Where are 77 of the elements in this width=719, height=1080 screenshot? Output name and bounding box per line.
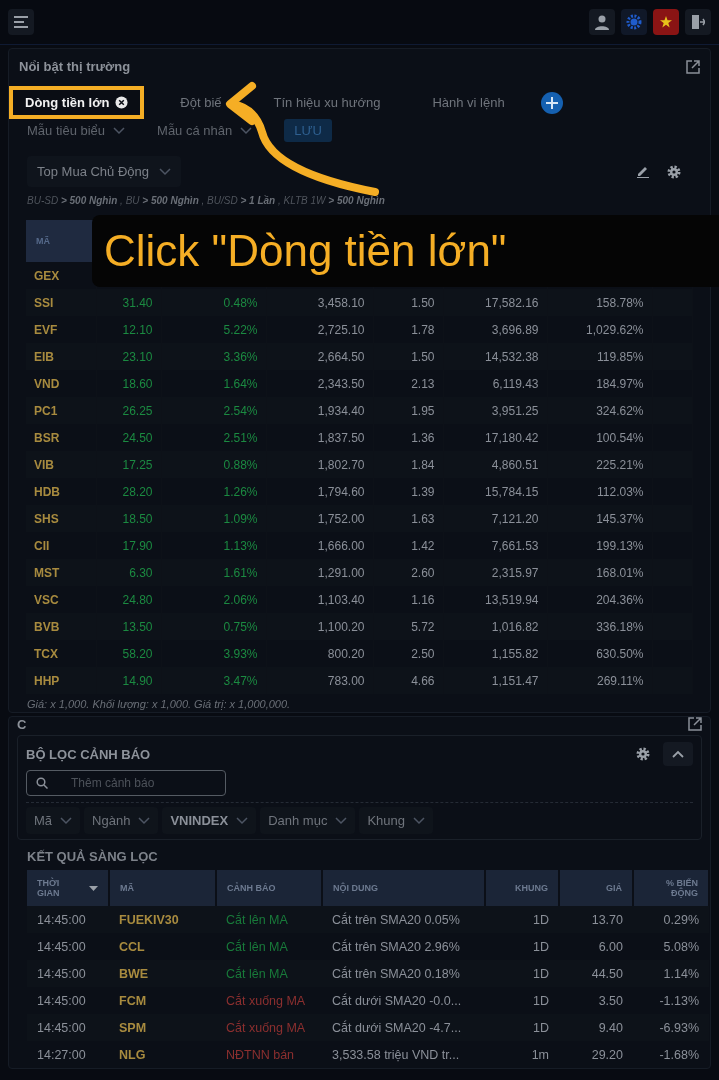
table-cell-text: -1.13% bbox=[658, 992, 700, 1010]
chevron-down-icon bbox=[236, 816, 249, 825]
filter-chip[interactable]: Mã bbox=[26, 807, 81, 834]
tab[interactable]: Hành vi lệnh bbox=[416, 86, 521, 119]
star-icon bbox=[660, 16, 672, 28]
save-button[interactable]: LƯU bbox=[284, 119, 332, 142]
card-title: BỘ LỌC CẢNH BÁO bbox=[26, 746, 151, 762]
ticker-cell-text: CCL bbox=[118, 938, 146, 956]
chevron-down-icon bbox=[113, 126, 126, 135]
table-cell-text: 14:45:00 bbox=[36, 992, 87, 1010]
table-cell-text: Cắt dưới SMA20 -0.0... bbox=[331, 992, 463, 1010]
chevron-up-icon bbox=[672, 750, 684, 758]
sort-caret-icon bbox=[89, 885, 98, 891]
table-cell-text: 14:27:00 bbox=[36, 1046, 87, 1064]
column-header[interactable]: THỜI GIAN bbox=[27, 870, 109, 906]
chevron-down-icon bbox=[240, 126, 253, 135]
alert-cell-text: NĐTNN bán bbox=[225, 1046, 296, 1064]
table-cell-text: 14:45:00 bbox=[36, 938, 87, 956]
table-cell-text: 5.08% bbox=[662, 938, 700, 956]
external-link-icon[interactable] bbox=[686, 59, 700, 74]
table-cell-text: 29.20 bbox=[590, 1046, 624, 1064]
language-button[interactable] bbox=[653, 9, 679, 35]
search-icon bbox=[36, 777, 48, 789]
table-cell-text: 3,533.58 triệu VND tr... bbox=[331, 1046, 461, 1064]
template-dropdown[interactable]: Mẫu tiêu biểu bbox=[27, 123, 126, 138]
settings-icon[interactable] bbox=[635, 746, 651, 762]
table-cell-text: 6.00 bbox=[597, 938, 624, 956]
menu-button[interactable] bbox=[8, 9, 34, 35]
tab[interactable]: Dòng tiền lớn bbox=[9, 86, 145, 119]
panel-title: Nổi bật thị trường bbox=[19, 59, 131, 74]
tutorial-callout: Click "Dòng tiền lớn" bbox=[92, 215, 719, 287]
alert-cell-text: Cắt xuống MA bbox=[225, 992, 307, 1010]
chevron-down-icon bbox=[138, 816, 151, 825]
theme-button[interactable] bbox=[621, 9, 647, 35]
filter-chip[interactable]: Khung bbox=[359, 807, 433, 834]
template-dropdown[interactable]: Mẫu cá nhân bbox=[157, 123, 253, 138]
column-header[interactable]: CẢNH BÁO bbox=[216, 870, 322, 906]
column-header[interactable]: KHUNG bbox=[485, 870, 559, 906]
filter-chip[interactable]: VNINDEX bbox=[162, 807, 257, 834]
table-cell-text: -1.68% bbox=[658, 1046, 700, 1064]
table-cell-text: 1D bbox=[532, 938, 550, 956]
table-cell-text: 3.50 bbox=[597, 992, 624, 1010]
tab[interactable]: Đột biế bbox=[164, 86, 238, 119]
section-title: KẾT QUẢ SÀNG LỌC bbox=[26, 848, 159, 866]
table-cell-text: Cắt trên SMA20 2.96% bbox=[331, 938, 461, 956]
unit-footnote: Giá: x 1,000. Khối lượng: x 1,000. Giá trị: x 1,000,000. bbox=[26, 697, 292, 712]
column-header[interactable]: GIÁ bbox=[559, 870, 633, 906]
column-header[interactable]: % BIẾN ĐỘNG bbox=[633, 870, 709, 906]
close-icon[interactable] bbox=[115, 96, 129, 109]
settings-icon[interactable] bbox=[666, 163, 682, 180]
collapse-button[interactable] bbox=[663, 742, 693, 766]
filter-summary: BU-SD > 500 Nghìn , BU > 500 Nghìn , BU/SD > 1 Lần , KLTB 1W > 500 Nghìn bbox=[26, 194, 386, 208]
user-button[interactable] bbox=[589, 9, 615, 35]
filter-chip[interactable]: Danh mục bbox=[260, 807, 356, 834]
user-icon bbox=[594, 14, 610, 30]
chevron-down-icon bbox=[60, 816, 73, 825]
table-cell-text: 1m bbox=[530, 1046, 550, 1064]
chevron-down-icon bbox=[335, 816, 348, 825]
add-tab-icon[interactable] bbox=[540, 91, 563, 114]
column-header[interactable]: NỘI DUNG bbox=[322, 870, 485, 906]
theme-icon bbox=[626, 14, 642, 30]
screen-dropdown[interactable]: Top Mua Chủ Động bbox=[27, 156, 181, 187]
logout-icon bbox=[691, 14, 705, 30]
table-cell-text: 1D bbox=[532, 992, 550, 1010]
logout-button[interactable] bbox=[685, 9, 711, 35]
panel-title: C bbox=[17, 716, 27, 732]
chevron-down-icon bbox=[413, 816, 425, 825]
menu-icon bbox=[13, 15, 29, 29]
filter-chip[interactable]: Ngành bbox=[84, 807, 159, 834]
alert-cell-text: Cắt lên MA bbox=[225, 938, 289, 956]
search-field[interactable]: Thêm cảnh báo bbox=[26, 770, 226, 796]
ticker-cell-text: FCM bbox=[118, 992, 148, 1010]
tab[interactable]: Tín hiệu xu hướng bbox=[257, 86, 397, 119]
external-link-icon[interactable] bbox=[688, 717, 702, 731]
ticker-cell-text: NLG bbox=[118, 1046, 147, 1064]
column-header[interactable]: MÃ bbox=[109, 870, 216, 906]
chevron-down-icon bbox=[159, 167, 171, 176]
